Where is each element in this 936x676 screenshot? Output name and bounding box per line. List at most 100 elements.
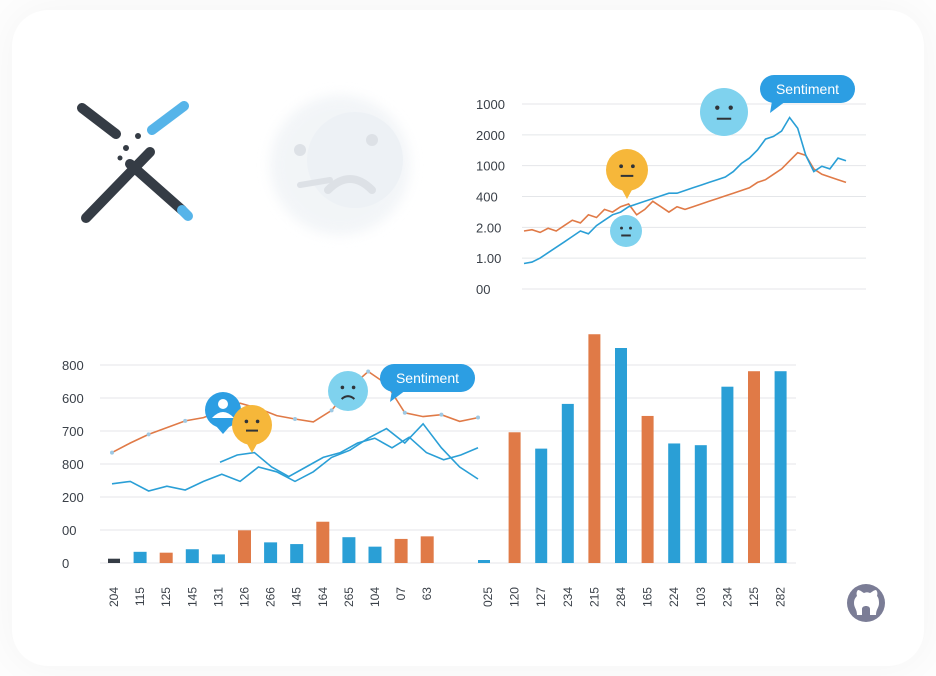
bottom-bar bbox=[290, 544, 304, 563]
bottom-bar bbox=[508, 432, 521, 563]
bottom-sentiment-bubble: Sentiment bbox=[380, 364, 475, 402]
bottom-x-tick-label: 282 bbox=[774, 587, 788, 607]
bottom-x-tick-label: 126 bbox=[238, 587, 252, 607]
bottom-emoji-neutral-face-circle bbox=[232, 405, 272, 445]
top-sentiment-bubble-label: Sentiment bbox=[776, 81, 839, 97]
bottom-bar bbox=[342, 537, 356, 563]
top-emoji-large-eye-right bbox=[728, 105, 733, 110]
bottom-x-tick-label: 115 bbox=[133, 587, 147, 606]
bottom-bar bbox=[264, 542, 278, 563]
bottom-bar bbox=[668, 443, 681, 563]
bottom-bar bbox=[108, 558, 120, 563]
top-sentiment-bubble-tail bbox=[770, 101, 786, 113]
bottom-bar bbox=[420, 536, 434, 563]
bottom-x-tick-label: 266 bbox=[264, 587, 278, 607]
top-emoji-marker-face-eye-left bbox=[619, 164, 624, 169]
bottom-overlay-point bbox=[110, 450, 114, 455]
bottom-overlay-point bbox=[293, 417, 297, 421]
bottom-bar bbox=[774, 371, 787, 563]
top-sentiment-bubble: Sentiment bbox=[760, 75, 855, 113]
bottom-overlay-point bbox=[402, 410, 407, 415]
top-emoji-marker-face bbox=[606, 149, 648, 191]
bottom-emoji-neutral-face-eye-right bbox=[255, 419, 260, 424]
bottom-x-tick-label: 204 bbox=[107, 587, 121, 607]
bottom-bar bbox=[535, 448, 548, 563]
bottom-x-tick-label: 234 bbox=[720, 587, 734, 607]
bottom-emoji-neutral bbox=[232, 405, 272, 453]
top-emoji-large-circle bbox=[700, 88, 748, 136]
top-emoji-small bbox=[610, 215, 642, 247]
bottom-emoji-sad-eye-right bbox=[351, 385, 356, 390]
top-y-tick-label: 2.00 bbox=[476, 220, 501, 235]
bottom-bar bbox=[316, 521, 330, 563]
user-pin-head bbox=[218, 399, 228, 409]
top-y-tick-label: 1000 bbox=[476, 97, 505, 112]
bottom-x-tick-label: 265 bbox=[342, 587, 356, 607]
bottom-bar bbox=[368, 546, 382, 563]
bottom-x-tick-label: 07 bbox=[394, 587, 408, 601]
bottom-x-tick-label: 125 bbox=[159, 587, 173, 607]
bottom-emoji-neutral-face bbox=[232, 405, 272, 445]
top-emoji-marker-face-eye-right bbox=[630, 164, 635, 169]
bottom-overlay-point bbox=[146, 432, 151, 437]
bottom-bar bbox=[561, 403, 574, 563]
bottom-emoji-neutral-face-eye-left bbox=[244, 419, 249, 424]
bottom-x-tick-label: 145 bbox=[185, 587, 199, 607]
bottom-x-tick-label: 164 bbox=[316, 587, 330, 607]
top-emoji-small-eye-right bbox=[629, 226, 632, 230]
bottom-bar bbox=[588, 334, 601, 563]
bottom-x-tick-label: 127 bbox=[534, 587, 548, 607]
bottom-x-tick-label: 131 bbox=[211, 587, 225, 607]
bottom-y-tick-label: 200 bbox=[62, 490, 84, 505]
bottom-x-tick-label: 284 bbox=[614, 587, 628, 607]
top-series-line-orange bbox=[523, 151, 847, 234]
bottom-x-tick-label: 104 bbox=[368, 587, 382, 607]
bottom-y-tick-label: 600 bbox=[62, 391, 84, 406]
bottom-x-tick-label: 224 bbox=[667, 587, 681, 607]
bottom-overlay-point bbox=[476, 415, 480, 420]
bottom-overlay-line-blue bbox=[111, 422, 479, 492]
top-emoji-marker-face-circle bbox=[606, 149, 648, 191]
chart-canvas: 1000 2000 1000 400 2.00 1.00 00 Sentiment 800 60… bbox=[62, 75, 885, 622]
bottom-x-tick-label: 025 bbox=[481, 587, 495, 607]
top-y-tick-label: 400 bbox=[476, 190, 498, 205]
bottom-sentiment-bubble-tail bbox=[390, 390, 406, 402]
bottom-bar bbox=[159, 552, 173, 563]
bottom-x-tick-label: 63 bbox=[420, 587, 434, 601]
top-emoji-marker bbox=[606, 149, 648, 199]
bottom-bar bbox=[394, 538, 408, 563]
bottom-overlay-point bbox=[183, 418, 188, 423]
bottom-bar bbox=[721, 386, 734, 563]
bottom-bar bbox=[748, 371, 760, 563]
bottom-y-tick-label: 800 bbox=[62, 358, 84, 373]
bottom-x-tick-label: 165 bbox=[641, 587, 655, 607]
top-y-tick-label: 2000 bbox=[476, 128, 505, 143]
top-emoji-large-eye-left bbox=[715, 105, 720, 110]
bottom-sentiment-bubble-label: Sentiment bbox=[396, 370, 459, 386]
bottom-bar bbox=[694, 445, 707, 563]
top-y-tick-label: 00 bbox=[476, 282, 490, 297]
bottom-y-tick-label: 700 bbox=[62, 424, 84, 439]
bottom-bar bbox=[641, 415, 654, 563]
bottom-y-tick-label: 800 bbox=[62, 457, 84, 472]
bottom-bar bbox=[615, 348, 627, 563]
bottom-bar-chart: 800600700800200000204 115 125 145 131 126 266 1… bbox=[62, 334, 796, 607]
top-emoji-large bbox=[700, 88, 748, 136]
bottom-y-tick-label: 00 bbox=[62, 523, 76, 538]
bottom-overlay-point bbox=[329, 408, 334, 413]
top-y-tick-label: 1.00 bbox=[476, 251, 501, 266]
bottom-bar bbox=[238, 530, 251, 563]
github-icon[interactable] bbox=[847, 584, 885, 622]
bottom-overlay-point bbox=[439, 412, 444, 417]
bottom-x-tick-label: 103 bbox=[694, 587, 708, 607]
bottom-emoji-sad-eye-left bbox=[340, 385, 345, 390]
bottom-bar bbox=[478, 560, 490, 563]
x-logo-icon bbox=[77, 101, 193, 223]
bottom-bar bbox=[133, 551, 147, 563]
top-emoji-small-circle bbox=[610, 215, 642, 247]
bottom-bar bbox=[185, 549, 199, 563]
bottom-x-tick-label: 234 bbox=[561, 587, 575, 607]
bottom-bar bbox=[211, 554, 225, 563]
top-series-line-blue bbox=[523, 116, 847, 265]
top-y-tick-label: 1000 bbox=[476, 159, 505, 174]
